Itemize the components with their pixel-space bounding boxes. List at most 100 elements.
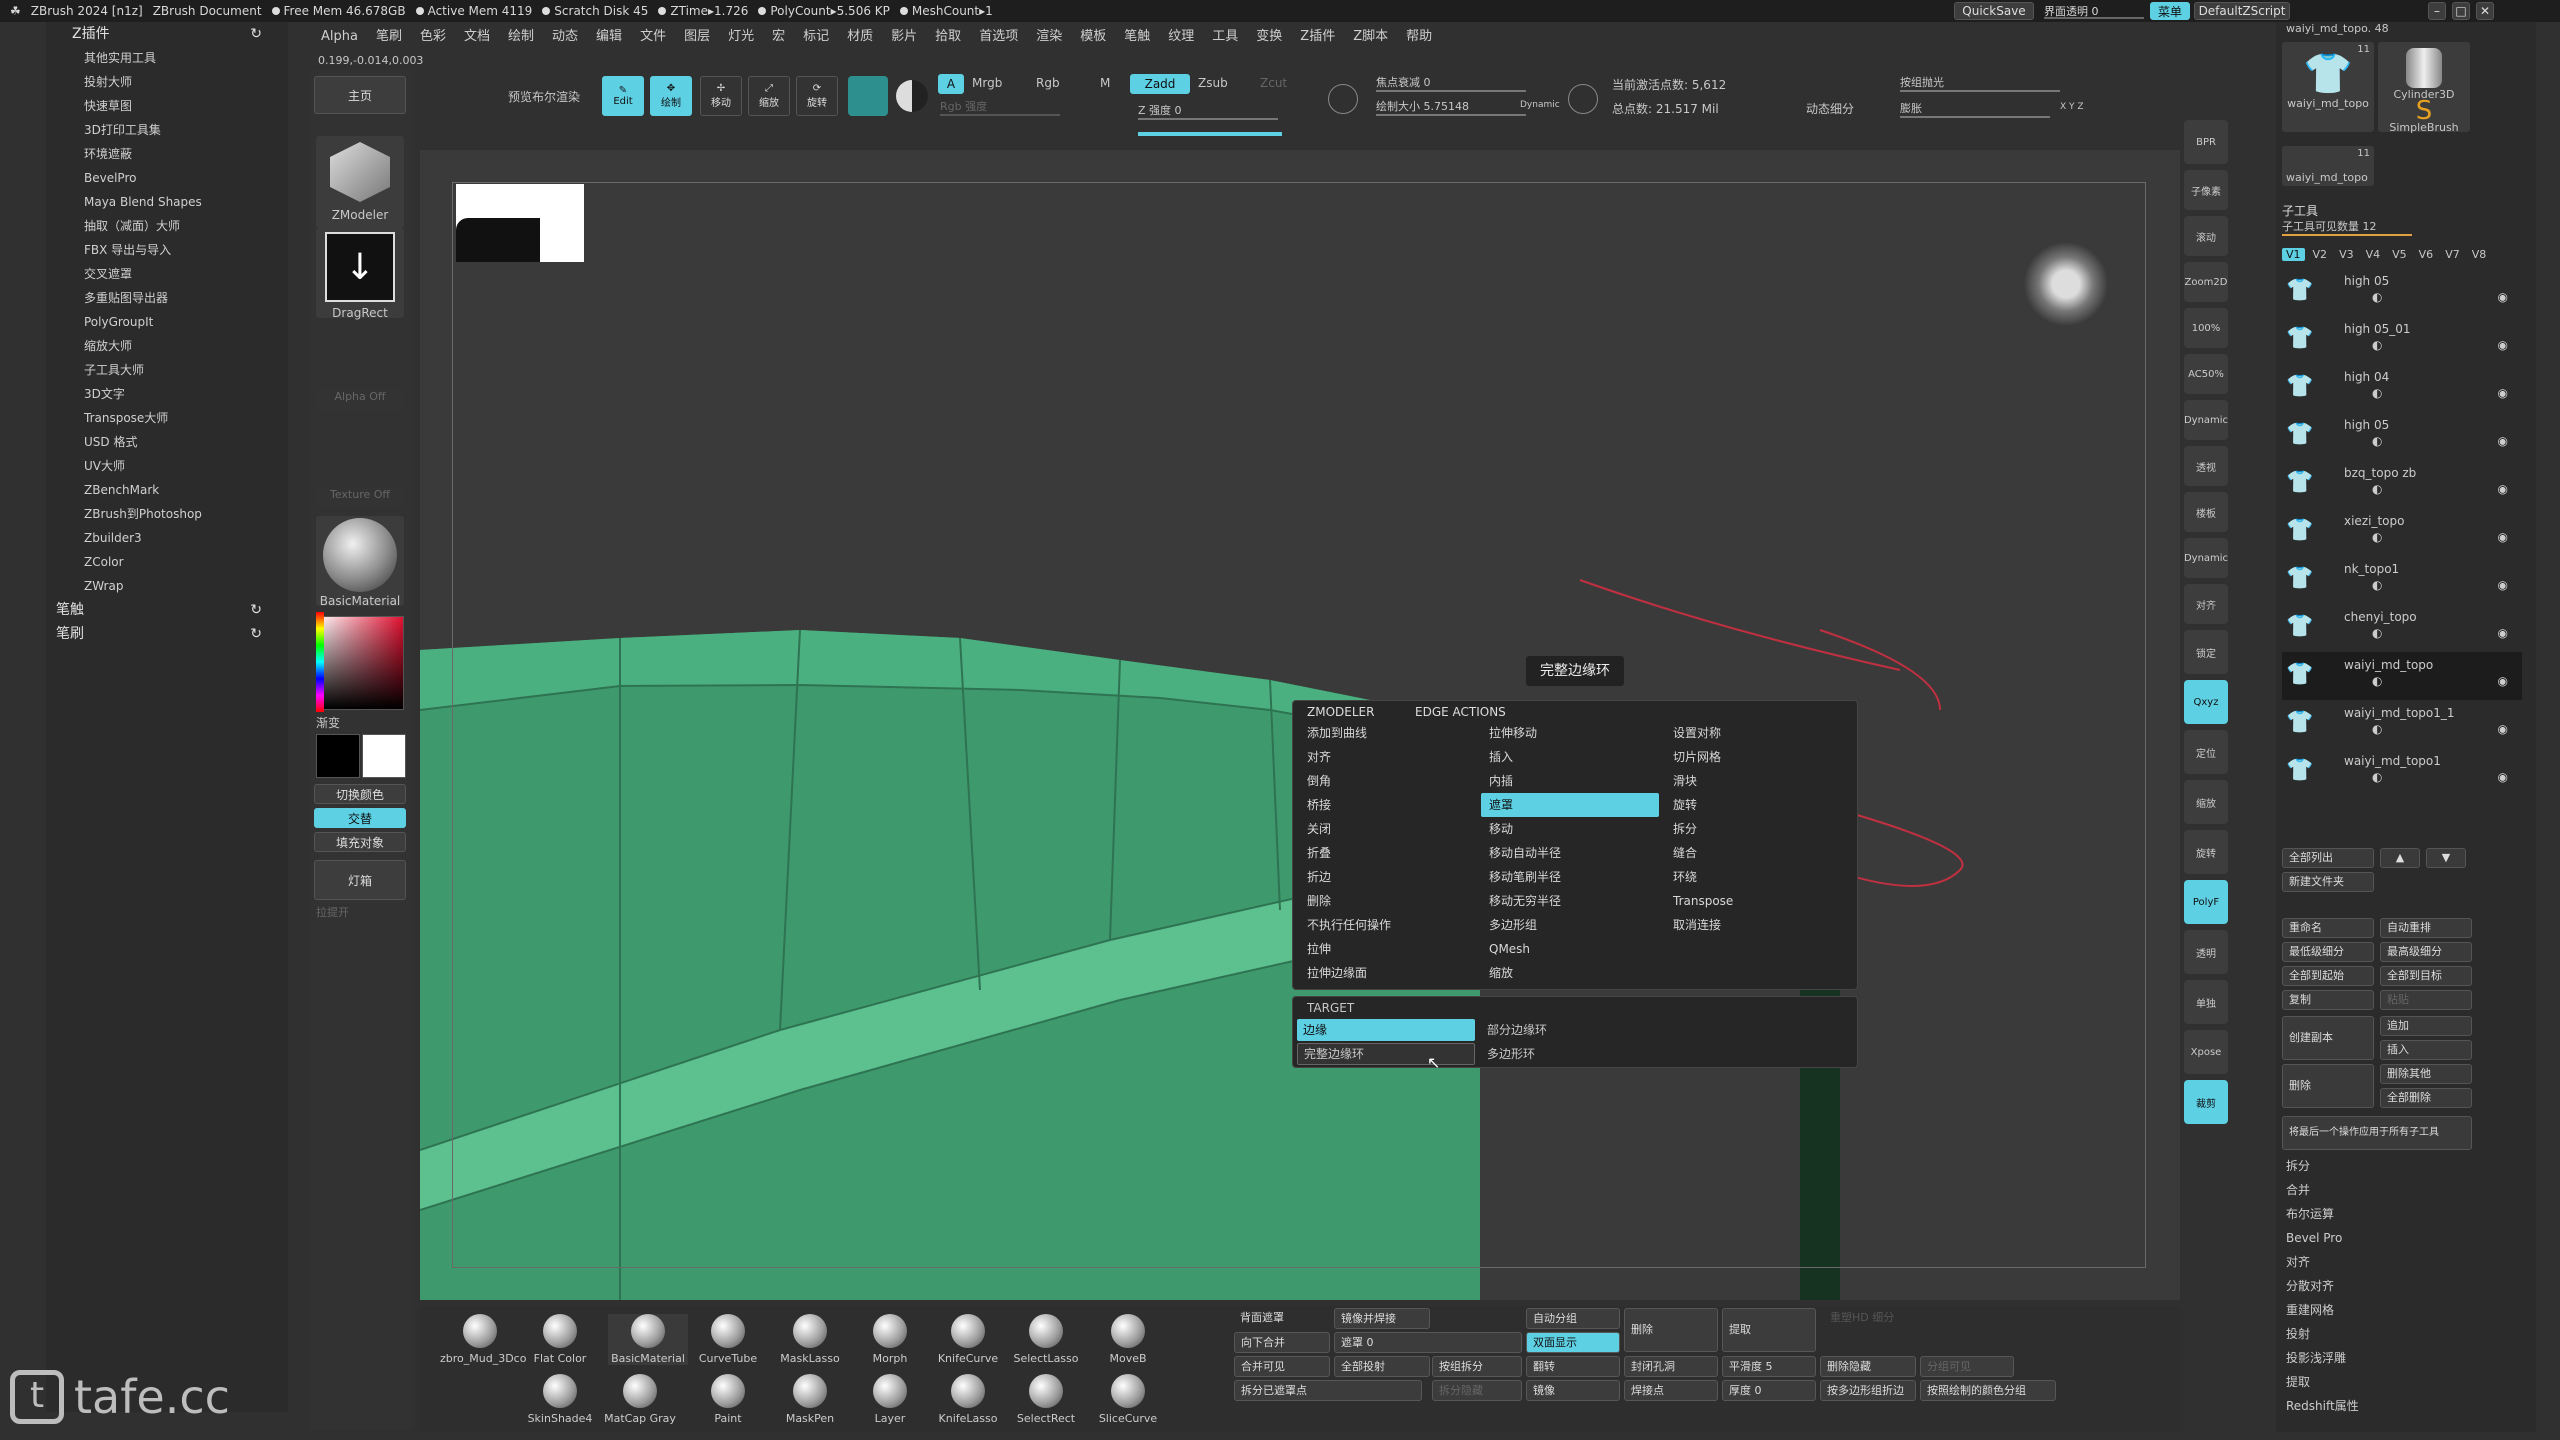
- subtool-row[interactable]: 👕 waiyi_md_topo1_1 ◐ ◉: [2282, 700, 2522, 748]
- merge-visible-button[interactable]: 合并可见: [1234, 1356, 1330, 1377]
- refresh-icon[interactable]: ↻: [250, 622, 262, 646]
- popup-action-item[interactable]: 取消连接: [1665, 913, 1841, 937]
- lightcap-slider[interactable]: 按组抛光: [1900, 74, 2060, 92]
- shelf-button[interactable]: 子像素: [2184, 170, 2228, 210]
- shelf-button[interactable]: BPR: [2184, 120, 2228, 164]
- create-copy-button[interactable]: 创建副本: [2282, 1016, 2374, 1060]
- hue-slider[interactable]: [316, 612, 324, 712]
- default-zscript-button[interactable]: DefaultZScript: [2194, 2, 2290, 20]
- shelf-button[interactable]: 对齐: [2184, 584, 2228, 624]
- subtool-row[interactable]: 👕 waiyi_md_topo1 ◐ ◉: [2282, 748, 2522, 796]
- auto-group-button[interactable]: 自动分组: [1526, 1308, 1620, 1329]
- popup-action-item[interactable]: 遮罩: [1481, 793, 1659, 817]
- m-toggle[interactable]: M: [1100, 76, 1110, 90]
- extract-button[interactable]: 提取: [1722, 1308, 1816, 1352]
- eye-icon[interactable]: ◉: [2498, 338, 2508, 352]
- zplugin-item[interactable]: ZWrap: [46, 574, 288, 598]
- mask-slider[interactable]: 遮罩 0: [1334, 1332, 1522, 1353]
- zplugin-item[interactable]: BevelPro: [46, 166, 288, 190]
- toggle-icon[interactable]: ◐: [2372, 482, 2382, 496]
- subtool-section-header[interactable]: 合并: [2276, 1178, 2516, 1202]
- rgb-strength-slider[interactable]: Rgb 强度: [940, 98, 1060, 116]
- zplugin-item[interactable]: PolyGroupIt: [46, 310, 288, 334]
- popup-action-item[interactable]: 删除: [1299, 889, 1475, 913]
- autosort-button[interactable]: 自动重排: [2380, 918, 2472, 938]
- popup-action-item[interactable]: 旋转: [1665, 793, 1841, 817]
- double-sided-button[interactable]: 双面显示: [1526, 1332, 1620, 1353]
- popup-action-item[interactable]: 倒角: [1299, 769, 1475, 793]
- version-button[interactable]: V4: [2362, 248, 2385, 261]
- lightbox-button[interactable]: 灯箱: [314, 860, 406, 900]
- subtool-section-header[interactable]: 投射: [2276, 1322, 2516, 1346]
- brush-slot[interactable]: KnifeLasso: [928, 1374, 1008, 1425]
- subtool-visible-count-slider[interactable]: 子工具可见数量 12: [2282, 218, 2412, 236]
- menu-item[interactable]: 渲染: [1027, 24, 1071, 50]
- zsub-toggle[interactable]: Zsub: [1198, 76, 1228, 90]
- zplugin-header[interactable]: Z插件 ↻: [46, 22, 288, 46]
- zplugin-item[interactable]: ZColor: [46, 550, 288, 574]
- popup-action-item[interactable]: 设置对称: [1665, 721, 1841, 745]
- sphere-toggle-icon[interactable]: [848, 76, 888, 116]
- dynamic-toggle[interactable]: Dynamic: [1520, 100, 1560, 110]
- z-strength-slider[interactable]: Z 强度 0: [1138, 102, 1278, 120]
- subtool-row[interactable]: 👕 high 05 ◐ ◉: [2282, 412, 2522, 460]
- tool-thumb-1[interactable]: 👕 waiyi_md_topo 11: [2282, 42, 2374, 132]
- zplugin-item[interactable]: 子工具大师: [46, 358, 288, 382]
- eye-icon[interactable]: ◉: [2498, 770, 2508, 784]
- popup-action-item[interactable]: 拉伸移动: [1481, 721, 1659, 745]
- version-button[interactable]: V7: [2441, 248, 2464, 261]
- target-complete-edge-loop-option[interactable]: 完整边缘环: [1297, 1043, 1475, 1065]
- shelf-button[interactable]: 单独: [2184, 980, 2228, 1024]
- subtool-section-header[interactable]: 提取: [2276, 1370, 2516, 1394]
- fill-object-button[interactable]: 填充对象: [314, 832, 406, 852]
- eye-icon[interactable]: ◉: [2498, 386, 2508, 400]
- menu-button[interactable]: 菜单: [2150, 2, 2190, 20]
- menu-item[interactable]: 灯光: [719, 24, 763, 50]
- close-holes-button[interactable]: 封闭孔洞: [1624, 1356, 1718, 1377]
- shelf-button[interactable]: 旋转: [2184, 830, 2228, 874]
- subtool-section-header[interactable]: 重建网格: [2276, 1298, 2516, 1322]
- zplugin-item[interactable]: USD 格式: [46, 430, 288, 454]
- color-group-button[interactable]: 按照绘制的颜色分组: [1920, 1380, 2056, 1401]
- target-polyloop-option[interactable]: 多边形环: [1481, 1043, 1535, 1065]
- menu-item[interactable]: 绘制: [499, 24, 543, 50]
- subtool-row[interactable]: 👕 high 05_01 ◐ ◉: [2282, 316, 2522, 364]
- up-arrow-icon[interactable]: ▲: [2380, 848, 2420, 868]
- delete-other-button[interactable]: 删除其他: [2380, 1064, 2472, 1084]
- move-button[interactable]: ✢ 移动: [700, 76, 742, 116]
- popup-action-item[interactable]: 折边: [1299, 865, 1475, 889]
- menu-item[interactable]: 帮助: [1397, 24, 1441, 50]
- toggle-icon[interactable]: ◐: [2372, 338, 2382, 352]
- rename-button[interactable]: 重命名: [2282, 918, 2374, 938]
- version-button[interactable]: V3: [2335, 248, 2358, 261]
- yin-yang-icon[interactable]: [896, 80, 928, 112]
- popup-action-item[interactable]: 对齐: [1299, 745, 1475, 769]
- draw-button[interactable]: ✥ 绘制: [650, 76, 692, 116]
- shelf-button[interactable]: 楼板: [2184, 492, 2228, 532]
- home-button[interactable]: 主页: [314, 76, 406, 114]
- brush-slot[interactable]: SelectLasso: [1006, 1314, 1086, 1365]
- maximize-icon[interactable]: □: [2452, 2, 2470, 20]
- version-button[interactable]: V6: [2415, 248, 2438, 261]
- switch-color-button[interactable]: 切换颜色: [314, 784, 406, 804]
- swap-button[interactable]: 交替: [314, 808, 406, 828]
- menu-item[interactable]: 拾取: [926, 24, 970, 50]
- zplugin-item[interactable]: ZBrush到Photoshop: [46, 502, 288, 526]
- toggle-icon[interactable]: ◐: [2372, 674, 2382, 688]
- eye-icon[interactable]: ◉: [2498, 290, 2508, 304]
- zplugin-item[interactable]: 快速草图: [46, 94, 288, 118]
- shelf-button[interactable]: 缩放: [2184, 780, 2228, 824]
- color-picker[interactable]: [316, 616, 404, 710]
- zplugin-item[interactable]: ZBenchMark: [46, 478, 288, 502]
- quicksave-button[interactable]: QuickSave: [1954, 2, 2034, 20]
- menu-item[interactable]: Alpha: [312, 24, 367, 50]
- subtool-section-header[interactable]: 布尔运算: [2276, 1202, 2516, 1226]
- rgb-toggle[interactable]: Rgb: [1036, 76, 1060, 90]
- brush-slot[interactable]: SliceCurve: [1088, 1374, 1168, 1425]
- popup-action-item[interactable]: 内插: [1481, 769, 1659, 793]
- shelf-button[interactable]: 透视: [2184, 446, 2228, 486]
- stroke-header[interactable]: 笔触 ↻: [46, 598, 288, 622]
- zplugin-item[interactable]: FBX 导出与导入: [46, 238, 288, 262]
- menu-item[interactable]: 影片: [882, 24, 926, 50]
- popup-action-item[interactable]: 移动自动半径: [1481, 841, 1659, 865]
